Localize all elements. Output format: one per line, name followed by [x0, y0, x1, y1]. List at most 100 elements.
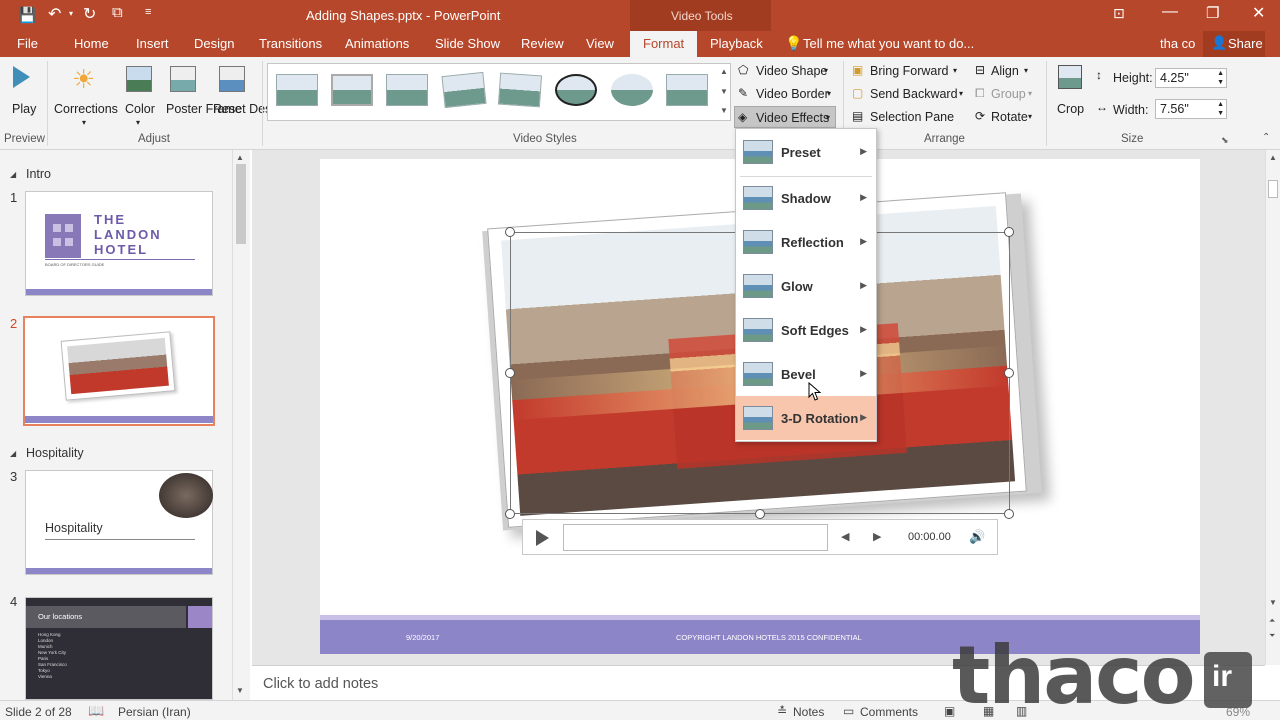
forward-icon[interactable]: ▶: [873, 530, 881, 543]
scroll-down-icon[interactable]: ▼: [1269, 598, 1277, 607]
resize-handle[interactable]: [505, 509, 515, 519]
scrollbar-thumb[interactable]: [1268, 180, 1278, 198]
send-backward-button[interactable]: ▢ Send Backward ▾: [850, 85, 968, 103]
shapes-icon: ⬠: [738, 63, 749, 77]
section-hospitality[interactable]: Hospitality: [26, 446, 84, 460]
undo-dropdown-icon[interactable]: ▾: [69, 9, 73, 18]
tab-transitions[interactable]: Transitions: [259, 36, 322, 51]
rotate-button[interactable]: ⟳ Rotate ▾: [973, 108, 1039, 126]
resize-handle[interactable]: [1004, 509, 1014, 519]
collapse-ribbon-icon[interactable]: ⌃: [1262, 132, 1270, 143]
scrollbar-thumb[interactable]: [236, 164, 246, 244]
menu-item-3d-rotation[interactable]: 3-D Rotation ▶: [736, 396, 876, 440]
menu-item-shadow[interactable]: Shadow ▶: [736, 176, 876, 220]
tab-format[interactable]: Format: [630, 31, 698, 57]
scroll-up-icon[interactable]: ▲: [236, 153, 244, 162]
color-button[interactable]: Color ▾: [123, 62, 157, 130]
thumb-list: Hong Kong London Munich New York City Pa…: [38, 632, 67, 679]
gallery-more-icon[interactable]: ▼: [720, 106, 728, 115]
video-border-button[interactable]: ✎ Video Border ▾: [736, 85, 836, 103]
group-button[interactable]: ⧠ Group ▾: [973, 85, 1039, 103]
slide-thumbnail-2[interactable]: [23, 316, 215, 426]
video-style-thumb[interactable]: [666, 74, 708, 106]
spinner-icon[interactable]: ▲ ▼: [1217, 100, 1224, 118]
dialog-launcher-icon[interactable]: ⬊: [1221, 135, 1229, 146]
video-shape-button[interactable]: ⬠ Video Shape ▾: [736, 62, 836, 80]
gallery-scroll-up-icon[interactable]: ▲: [720, 67, 728, 76]
slide-thumbnail-3[interactable]: Hospitality: [25, 470, 213, 575]
video-styles-gallery[interactable]: ▲ ▼ ▼: [267, 63, 731, 121]
poster-frame-button[interactable]: Poster Frame: [161, 62, 242, 130]
close-icon[interactable]: ✕: [1252, 3, 1265, 23]
customize-toolbar-icon[interactable]: ≡: [145, 6, 151, 18]
bring-forward-button[interactable]: ▣ Bring Forward ▾: [850, 62, 962, 80]
volume-icon[interactable]: 🔊: [969, 529, 985, 545]
video-style-thumb[interactable]: [441, 71, 487, 109]
gallery-scroll-down-icon[interactable]: ▼: [720, 87, 728, 96]
language-indicator[interactable]: Persian (Iran): [118, 705, 191, 719]
tab-slide-show[interactable]: Slide Show: [435, 36, 500, 51]
video-style-thumb[interactable]: [497, 72, 543, 108]
menu-item-bevel[interactable]: Bevel ▶: [736, 352, 876, 396]
start-from-beginning-icon[interactable]: ⧉: [112, 4, 123, 21]
tab-file[interactable]: File: [17, 36, 38, 51]
collapse-section-icon[interactable]: ◢: [10, 170, 16, 179]
save-icon[interactable]: 💾: [18, 6, 37, 24]
section-intro[interactable]: Intro: [26, 167, 51, 181]
slide-thumbnail-1[interactable]: THE LANDON HOTEL BOARD OF DIRECTORS GUID…: [25, 191, 213, 296]
selection-pane-button[interactable]: ▤ Selection Pane: [850, 108, 960, 126]
rewind-icon[interactable]: ◀: [841, 530, 849, 543]
align-button[interactable]: ⊟ Align ▾: [973, 62, 1039, 80]
notes-toggle[interactable]: Notes: [793, 705, 824, 719]
tab-playback[interactable]: Playback: [710, 36, 763, 51]
spelling-check-icon[interactable]: 📖: [88, 703, 104, 719]
tab-review[interactable]: Review: [521, 36, 564, 51]
slide-thumbnail-4[interactable]: Our locations Hong Kong London Munich Ne…: [25, 597, 213, 700]
spinner-icon[interactable]: ▲ ▼: [1217, 69, 1224, 87]
menu-item-preset[interactable]: Preset ▶: [736, 130, 876, 174]
restore-icon[interactable]: ❐: [1206, 4, 1219, 22]
height-input[interactable]: 4.25" ▲ ▼: [1155, 68, 1227, 88]
menu-item-reflection[interactable]: Reflection ▶: [736, 220, 876, 264]
workspace-scrollbar[interactable]: ▲ ▼ ⏶ ⏷: [1265, 150, 1280, 665]
width-input[interactable]: 7.56" ▲ ▼: [1155, 99, 1227, 119]
share-button[interactable]: 👤 Share: [1203, 31, 1265, 57]
play-icon[interactable]: [536, 530, 549, 546]
resize-handle[interactable]: [505, 368, 515, 378]
corrections-button[interactable]: ☀ Corrections ▾: [54, 62, 118, 130]
comments-toggle[interactable]: Comments: [860, 705, 918, 719]
tab-design[interactable]: Design: [194, 36, 234, 51]
crop-button[interactable]: Crop: [1054, 62, 1090, 122]
video-style-thumb[interactable]: [386, 74, 428, 106]
resize-handle[interactable]: [755, 509, 765, 519]
previous-slide-icon[interactable]: ⏶: [1269, 616, 1275, 626]
tab-animations[interactable]: Animations: [345, 36, 409, 51]
undo-icon[interactable]: ↶: [48, 4, 61, 24]
menu-item-soft-edges[interactable]: Soft Edges ▶: [736, 308, 876, 352]
tab-insert[interactable]: Insert: [136, 36, 169, 51]
video-style-thumb[interactable]: [276, 74, 318, 106]
resize-handle[interactable]: [505, 227, 515, 237]
tell-me-box[interactable]: Tell me what you want to do...: [803, 36, 974, 51]
video-style-thumb[interactable]: [555, 74, 597, 106]
minimize-icon[interactable]: —: [1162, 3, 1178, 21]
video-style-thumb[interactable]: [331, 74, 373, 106]
resize-handle[interactable]: [1004, 368, 1014, 378]
scroll-down-icon[interactable]: ▼: [236, 686, 244, 695]
redo-icon[interactable]: ↻: [83, 4, 96, 24]
user-account[interactable]: tha co: [1160, 36, 1195, 51]
resize-handle[interactable]: [1004, 227, 1014, 237]
play-button[interactable]: Play: [8, 62, 38, 122]
tab-view[interactable]: View: [586, 36, 614, 51]
scroll-up-icon[interactable]: ▲: [1269, 153, 1277, 162]
next-slide-icon[interactable]: ⏷: [1269, 631, 1275, 641]
panel-scrollbar[interactable]: ▲ ▼: [232, 150, 248, 700]
ribbon-display-options-icon[interactable]: ⊡: [1113, 5, 1125, 22]
video-style-thumb[interactable]: [611, 74, 653, 106]
menu-item-glow[interactable]: Glow ▶: [736, 264, 876, 308]
reset-design-button[interactable]: Reset Design: [210, 62, 288, 130]
seek-bar[interactable]: [563, 524, 828, 551]
collapse-section-icon[interactable]: ◢: [10, 449, 16, 458]
tab-home[interactable]: Home: [74, 36, 109, 51]
video-effects-button[interactable]: ◈ Video Effects ▾: [734, 106, 836, 128]
